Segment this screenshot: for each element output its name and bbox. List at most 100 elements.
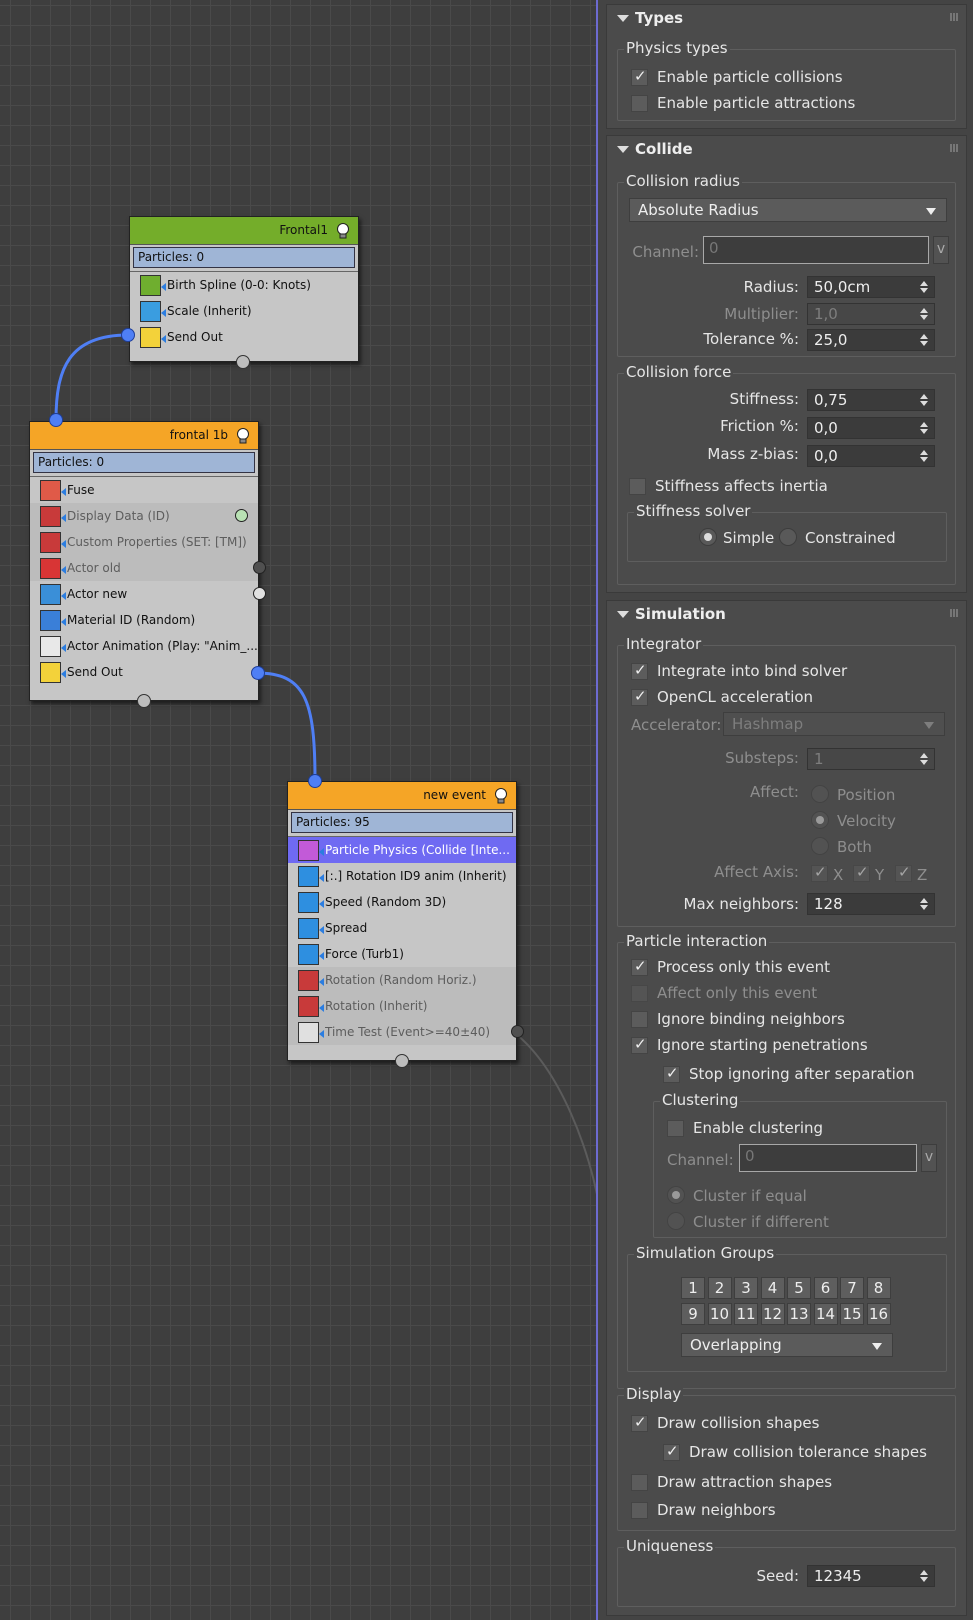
rollout-collide-header[interactable]: Collide xyxy=(607,136,966,162)
clustering-channel-pick-button[interactable]: v xyxy=(921,1144,937,1172)
operator-spread[interactable]: Spread xyxy=(288,915,516,941)
input-port-frontal1b[interactable] xyxy=(49,413,63,427)
sim-group-button-15[interactable]: 15 xyxy=(840,1303,864,1325)
sim-group-button-3[interactable]: 3 xyxy=(734,1277,758,1299)
solver-simple-radio[interactable] xyxy=(699,528,717,546)
affect-only-checkbox[interactable] xyxy=(631,985,648,1002)
operator-birth-spline[interactable]: Birth Spline (0-0: Knots) xyxy=(130,272,358,298)
actor-old-output-port[interactable] xyxy=(253,561,266,574)
axis-x-checkbox[interactable] xyxy=(811,863,828,882)
sim-group-button-7[interactable]: 7 xyxy=(840,1277,864,1299)
drag-grip-icon[interactable] xyxy=(950,144,958,152)
drag-grip-icon[interactable] xyxy=(950,13,958,21)
operator-actor-animation[interactable]: Actor Animation (Play: "Anim_... xyxy=(30,633,258,659)
operator-send-out[interactable]: Send Out xyxy=(130,324,358,350)
output-port-frontal1-send-out[interactable] xyxy=(121,328,135,342)
display-color-dot[interactable] xyxy=(235,509,248,522)
operator-particle-physics[interactable]: Particle Physics (Collide [Inte... xyxy=(288,837,516,863)
operator-actor-old[interactable]: Actor old xyxy=(30,555,266,581)
solver-constrained-radio[interactable] xyxy=(779,528,797,546)
sim-group-button-5[interactable]: 5 xyxy=(787,1277,811,1299)
operator-send-out[interactable]: Send Out xyxy=(30,659,258,685)
sim-group-button-9[interactable]: 9 xyxy=(681,1303,705,1325)
axis-y-checkbox[interactable] xyxy=(853,863,870,882)
sim-group-button-13[interactable]: 13 xyxy=(787,1303,811,1325)
event-node-frontal1b[interactable]: frontal 1b Particles: 0 Fuse Display Dat… xyxy=(29,421,266,701)
sim-group-button-10[interactable]: 10 xyxy=(707,1303,732,1325)
rollout-types-header[interactable]: Types xyxy=(607,5,966,31)
sim-group-button-6[interactable]: 6 xyxy=(813,1277,838,1299)
operator-display-data[interactable]: Display Data (ID) xyxy=(30,503,258,529)
cluster-equal-radio[interactable] xyxy=(667,1186,685,1204)
sim-group-button-16[interactable]: 16 xyxy=(866,1303,891,1325)
node-header[interactable]: Frontal1 xyxy=(130,217,358,245)
sim-group-button-8[interactable]: 8 xyxy=(866,1277,891,1299)
operator-material-id[interactable]: Material ID (Random) xyxy=(30,607,258,633)
sim-group-button-12[interactable]: 12 xyxy=(760,1303,785,1325)
channel-pick-button[interactable]: v xyxy=(933,236,949,264)
clustering-channel-input[interactable]: 0 xyxy=(739,1144,917,1172)
seed-spinner[interactable]: 12345 xyxy=(807,1565,935,1587)
output-port-new-event-bottom[interactable] xyxy=(395,1054,409,1068)
accelerator-dropdown[interactable]: Hashmap xyxy=(723,712,945,736)
bind-solver-checkbox[interactable] xyxy=(631,661,648,680)
ignore-binding-checkbox[interactable] xyxy=(631,1011,648,1028)
output-port-frontal1-bottom[interactable] xyxy=(236,355,250,369)
friction-spinner[interactable]: 0,0 xyxy=(807,417,935,439)
enable-attractions-checkbox[interactable] xyxy=(631,95,648,112)
enable-clustering-checkbox[interactable] xyxy=(667,1120,684,1137)
sim-group-button-1[interactable]: 1 xyxy=(681,1277,705,1299)
sim-group-button-2[interactable]: 2 xyxy=(707,1277,732,1299)
operator-rotation-random[interactable]: Rotation (Random Horiz.) xyxy=(288,967,516,993)
operator-time-test[interactable]: Time Test (Event>=40±40) xyxy=(288,1019,524,1045)
event-node-frontal1[interactable]: Frontal1 Particles: 0 Birth Spline (0-0:… xyxy=(129,216,359,362)
sim-group-button-14[interactable]: 14 xyxy=(813,1303,838,1325)
event-node-new-event[interactable]: new event Particles: 95 Particle Physics… xyxy=(287,781,524,1061)
sim-group-button-11[interactable]: 11 xyxy=(734,1303,758,1325)
mass-z-bias-spinner[interactable]: 0,0 xyxy=(807,445,935,467)
draw-tolerance-checkbox[interactable] xyxy=(663,1442,680,1461)
lightbulb-icon[interactable] xyxy=(335,222,351,239)
channel-input[interactable]: 0 xyxy=(703,236,929,264)
drag-grip-icon[interactable] xyxy=(950,609,958,617)
time-test-output-port[interactable] xyxy=(511,1025,524,1038)
operator-actor-new[interactable]: Actor new xyxy=(30,581,266,607)
operator-fuse[interactable]: Fuse xyxy=(30,477,258,503)
tolerance-spinner[interactable]: 25,0 xyxy=(807,329,935,351)
multiplier-spinner[interactable]: 1,0 xyxy=(807,303,935,325)
enable-collisions-checkbox[interactable] xyxy=(631,67,648,86)
particle-flow-canvas[interactable]: Frontal1 Particles: 0 Birth Spline (0-0:… xyxy=(0,0,596,1620)
node-header[interactable]: new event xyxy=(288,782,516,810)
opencl-checkbox[interactable] xyxy=(631,687,648,706)
axis-z-checkbox[interactable] xyxy=(895,863,912,882)
operator-force[interactable]: Force (Turb1) xyxy=(288,941,516,967)
stop-ignoring-checkbox[interactable] xyxy=(663,1064,680,1083)
stiffness-spinner[interactable]: 0,75 xyxy=(807,389,935,411)
operator-scale[interactable]: Scale (Inherit) xyxy=(130,298,358,324)
draw-neighbors-checkbox[interactable] xyxy=(631,1502,648,1519)
groups-mode-dropdown[interactable]: Overlapping xyxy=(681,1333,893,1357)
operator-rotation-id9[interactable]: [:.] Rotation ID9 anim (Inherit) xyxy=(288,863,516,889)
affect-position-radio[interactable] xyxy=(811,785,829,803)
operator-custom-properties[interactable]: Custom Properties (SET: [TM]) xyxy=(30,529,258,555)
lightbulb-icon[interactable] xyxy=(235,427,251,444)
lightbulb-icon[interactable] xyxy=(493,787,509,804)
process-only-checkbox[interactable] xyxy=(631,957,648,976)
stiffness-inertia-checkbox[interactable] xyxy=(629,478,646,495)
max-neighbors-spinner[interactable]: 128 xyxy=(807,893,935,915)
output-port-frontal1b-send-out[interactable] xyxy=(251,666,265,680)
properties-panel[interactable]: Types Physics types Enable particle coll… xyxy=(596,0,973,1620)
operator-rotation-inherit[interactable]: Rotation (Inherit) xyxy=(288,993,516,1019)
node-header[interactable]: frontal 1b xyxy=(30,422,258,450)
draw-collision-checkbox[interactable] xyxy=(631,1413,648,1432)
cluster-different-radio[interactable] xyxy=(667,1212,685,1230)
sim-group-button-4[interactable]: 4 xyxy=(760,1277,785,1299)
radius-mode-dropdown[interactable]: Absolute Radius xyxy=(629,198,947,222)
affect-both-radio[interactable] xyxy=(811,837,829,855)
affect-velocity-radio[interactable] xyxy=(811,811,829,829)
substeps-spinner[interactable]: 1 xyxy=(807,748,935,770)
output-port-frontal1b-bottom[interactable] xyxy=(137,694,151,708)
actor-new-output-port[interactable] xyxy=(253,587,266,600)
draw-attraction-checkbox[interactable] xyxy=(631,1474,648,1491)
radius-spinner[interactable]: 50,0cm xyxy=(807,276,935,298)
